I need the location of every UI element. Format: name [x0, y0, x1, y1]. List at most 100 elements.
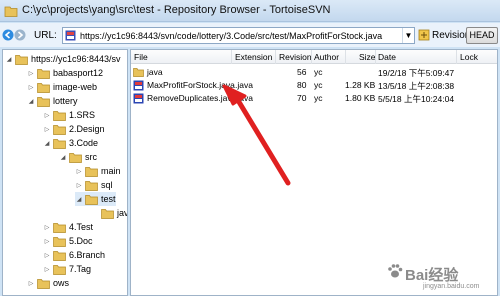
tortoisesvn-app-icon	[4, 6, 18, 17]
tree-node-label: lottery	[53, 96, 78, 106]
tree-expander[interactable]: ◢	[43, 140, 51, 147]
tree-node-7-tag[interactable]: ▷ 7.Tag	[43, 262, 91, 276]
tree-expander[interactable]: ▷	[75, 168, 83, 175]
tree-node-2-design[interactable]: ▷ 2.Design	[43, 122, 105, 136]
tree-node-label: 3.Code	[69, 138, 99, 148]
folder-icon	[15, 54, 28, 65]
file-date: 19/2/18 下午5:09:47	[378, 68, 455, 78]
file-extension: .java	[235, 93, 253, 103]
tree-expander[interactable]: ▷	[43, 126, 51, 133]
column-divider[interactable]	[275, 50, 276, 64]
tree-expander[interactable]: ◢	[27, 98, 35, 105]
column-divider[interactable]	[311, 50, 312, 64]
tree-node-label: java	[117, 208, 127, 218]
tree-node-label: 2.Design	[69, 124, 105, 134]
column-divider[interactable]	[345, 50, 346, 64]
folder-icon	[85, 194, 98, 205]
watermark-text: Bai经验	[405, 267, 459, 284]
file-date: 13/5/18 上午2:08:38	[378, 81, 455, 91]
tree-node-6-branch[interactable]: ▷ 6.Branch	[43, 248, 105, 262]
tree-node-babasport12[interactable]: ▷ babasport12	[27, 66, 103, 80]
file-revision: 80	[297, 80, 307, 90]
file-author: yc	[314, 80, 323, 90]
tree-node-1-srs[interactable]: ▷ 1.SRS	[43, 108, 95, 122]
tree-node-ows[interactable]: ▷ ows	[27, 276, 69, 290]
chevron-down-icon[interactable]: ▼	[402, 28, 414, 43]
folder-icon	[53, 124, 66, 135]
watermark-url: jingyan.baidu.com	[423, 283, 480, 290]
tree-node-test[interactable]: ◢ test	[75, 192, 116, 206]
folder-icon	[53, 222, 66, 233]
tree-node-label: sql	[101, 180, 113, 190]
file-author: yc	[314, 67, 323, 77]
column-header-revision[interactable]: Revision	[279, 52, 312, 62]
tree-node-main[interactable]: ▷ main	[75, 164, 121, 178]
column-header-extension[interactable]: Extension	[235, 52, 272, 62]
tree-expander[interactable]: ◢	[5, 56, 13, 63]
head-revision-button[interactable]: HEAD	[466, 27, 498, 44]
url-toolbar: URL: https://yc1c96:8443/svn/code/lotter…	[0, 23, 500, 47]
tree-expander[interactable]: ▷	[43, 112, 51, 119]
tree-expander[interactable]: ▷	[43, 252, 51, 259]
tree-node-java[interactable]: java	[91, 206, 127, 220]
table-row[interactable]: java 56 yc 19/2/18 下午5:09:47	[131, 66, 497, 79]
tree-node-label: src	[85, 152, 97, 162]
folder-icon	[53, 250, 66, 261]
file-size: 1.80 KB	[345, 93, 376, 103]
folder-icon	[37, 96, 50, 107]
tree-expander[interactable]: ▷	[43, 224, 51, 231]
window-title: C:\yc\projects\yang\src\test - Repositor…	[22, 4, 331, 16]
tree-expander[interactable]: ▷	[43, 238, 51, 245]
tree-node-lottery[interactable]: ◢ lottery	[27, 94, 78, 108]
file-extension: .java	[235, 80, 253, 90]
tree-node-sql[interactable]: ▷ sql	[75, 178, 113, 192]
file-revision: 56	[297, 67, 307, 77]
tree-node-src[interactable]: ◢ src	[59, 150, 97, 164]
url-label: URL:	[34, 30, 57, 41]
folder-icon	[37, 278, 50, 289]
column-divider[interactable]	[456, 50, 457, 64]
tree-expander[interactable]: ◢	[59, 154, 67, 161]
tree-node-4-test[interactable]: ▷ 4.Test	[43, 220, 93, 234]
file-author: yc	[314, 93, 323, 103]
table-row[interactable]: RemoveDuplicates.java .java 70 yc 1.80 K…	[131, 92, 497, 105]
tree-node-image-web[interactable]: ▷ image-web	[27, 80, 97, 94]
column-header-author[interactable]: Author	[314, 52, 339, 62]
file-name: java	[147, 67, 163, 77]
forward-arrow-icon[interactable]	[14, 29, 26, 41]
revision-icon[interactable]	[418, 29, 430, 41]
tree-node-5-doc[interactable]: ▷ 5.Doc	[43, 234, 93, 248]
tree-expander[interactable]: ▷	[27, 280, 35, 287]
back-arrow-icon[interactable]	[2, 29, 14, 41]
repository-tree[interactable]: ◢ https://yc1c96:8443/sv ▷ babasport12 ▷…	[2, 49, 128, 296]
column-divider[interactable]	[231, 50, 232, 64]
folder-icon	[37, 82, 50, 93]
tree-expander[interactable]: ◢	[75, 196, 83, 203]
folder-icon	[53, 264, 66, 275]
file-list-header: File Extension Revision Author Size Date…	[131, 50, 497, 64]
column-header-date[interactable]: Date	[378, 52, 396, 62]
tree-expander[interactable]: ▷	[27, 84, 35, 91]
tree-node-label: 4.Test	[69, 222, 94, 232]
paw-logo-icon	[388, 264, 403, 278]
java-file-icon	[133, 80, 144, 91]
tree-node-label: 7.Tag	[69, 264, 92, 274]
folder-icon	[53, 236, 66, 247]
url-combobox[interactable]: https://yc1c96:8443/svn/code/lottery/3.C…	[62, 27, 415, 44]
tree-node-label: 5.Doc	[69, 236, 93, 246]
folder-icon	[85, 180, 98, 191]
tree-node-label: 1.SRS	[69, 110, 96, 120]
folder-icon	[69, 152, 82, 163]
folder-icon	[53, 110, 66, 121]
column-header-file[interactable]: File	[134, 52, 148, 62]
tree-node-root[interactable]: ◢ https://yc1c96:8443/sv	[5, 52, 121, 66]
table-row[interactable]: MaxProfitForStock.java .java 80 yc 1.28 …	[131, 79, 497, 92]
tree-node-label: https://yc1c96:8443/sv	[31, 54, 121, 64]
tree-expander[interactable]: ▷	[75, 182, 83, 189]
tree-expander[interactable]: ▷	[43, 266, 51, 273]
tree-node-3-code[interactable]: ◢ 3.Code	[43, 136, 98, 150]
column-header-size[interactable]: Size	[359, 52, 376, 62]
column-header-lock[interactable]: Lock	[460, 52, 478, 62]
tree-expander[interactable]: ▷	[27, 70, 35, 77]
column-divider[interactable]	[375, 50, 376, 64]
